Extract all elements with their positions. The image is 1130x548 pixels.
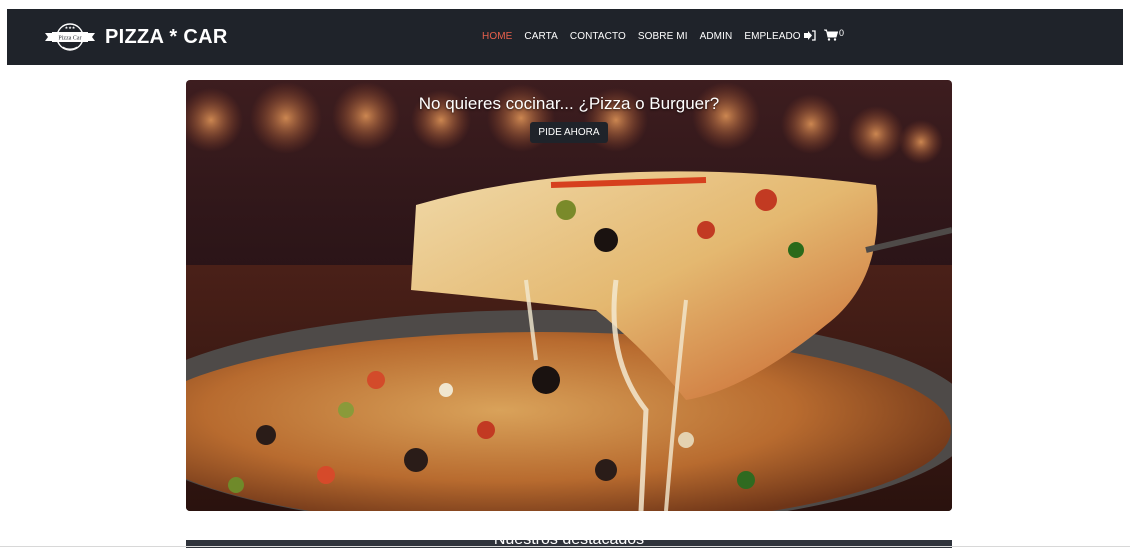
order-now-button[interactable]: PIDE AHORA bbox=[530, 122, 608, 143]
logo-text: Pizza Car bbox=[58, 36, 81, 42]
hero-banner: No quieres cocinar... ¿Pizza o Burguer? … bbox=[186, 80, 952, 511]
brand-link[interactable]: Pizza Car ★★★ PIZZA * CAR bbox=[43, 20, 228, 54]
hero-pizza-image bbox=[186, 80, 952, 511]
page-divider bbox=[0, 546, 1130, 547]
nav-admin[interactable]: ADMIN bbox=[700, 31, 733, 42]
sign-out-icon[interactable] bbox=[803, 29, 816, 41]
cart-count: 0 bbox=[839, 28, 845, 38]
nav-sobre-mi[interactable]: SOBRE MI bbox=[638, 31, 688, 42]
nav-icons: 0 bbox=[803, 29, 844, 41]
cart-button[interactable]: 0 bbox=[824, 29, 844, 41]
hero-caption: No quieres cocinar... ¿Pizza o Burguer? … bbox=[186, 94, 952, 143]
nav-empleado[interactable]: EMPLEADO bbox=[744, 31, 800, 42]
navbar: Pizza Car ★★★ PIZZA * CAR HOME CARTA CON… bbox=[7, 9, 1123, 65]
svg-text:★★★: ★★★ bbox=[65, 25, 76, 30]
shopping-cart-icon bbox=[824, 29, 838, 41]
nav-carta[interactable]: CARTA bbox=[524, 31, 557, 42]
pizza-car-logo: Pizza Car ★★★ bbox=[45, 23, 95, 51]
brand-name: PIZZA * CAR bbox=[105, 25, 228, 48]
nav-contacto[interactable]: CONTACTO bbox=[570, 31, 626, 42]
nav-home[interactable]: HOME bbox=[482, 31, 512, 42]
hero-title: No quieres cocinar... ¿Pizza o Burguer? bbox=[418, 94, 720, 113]
nav-links: HOME CARTA CONTACTO SOBRE MI ADMIN EMPLE… bbox=[482, 31, 801, 42]
